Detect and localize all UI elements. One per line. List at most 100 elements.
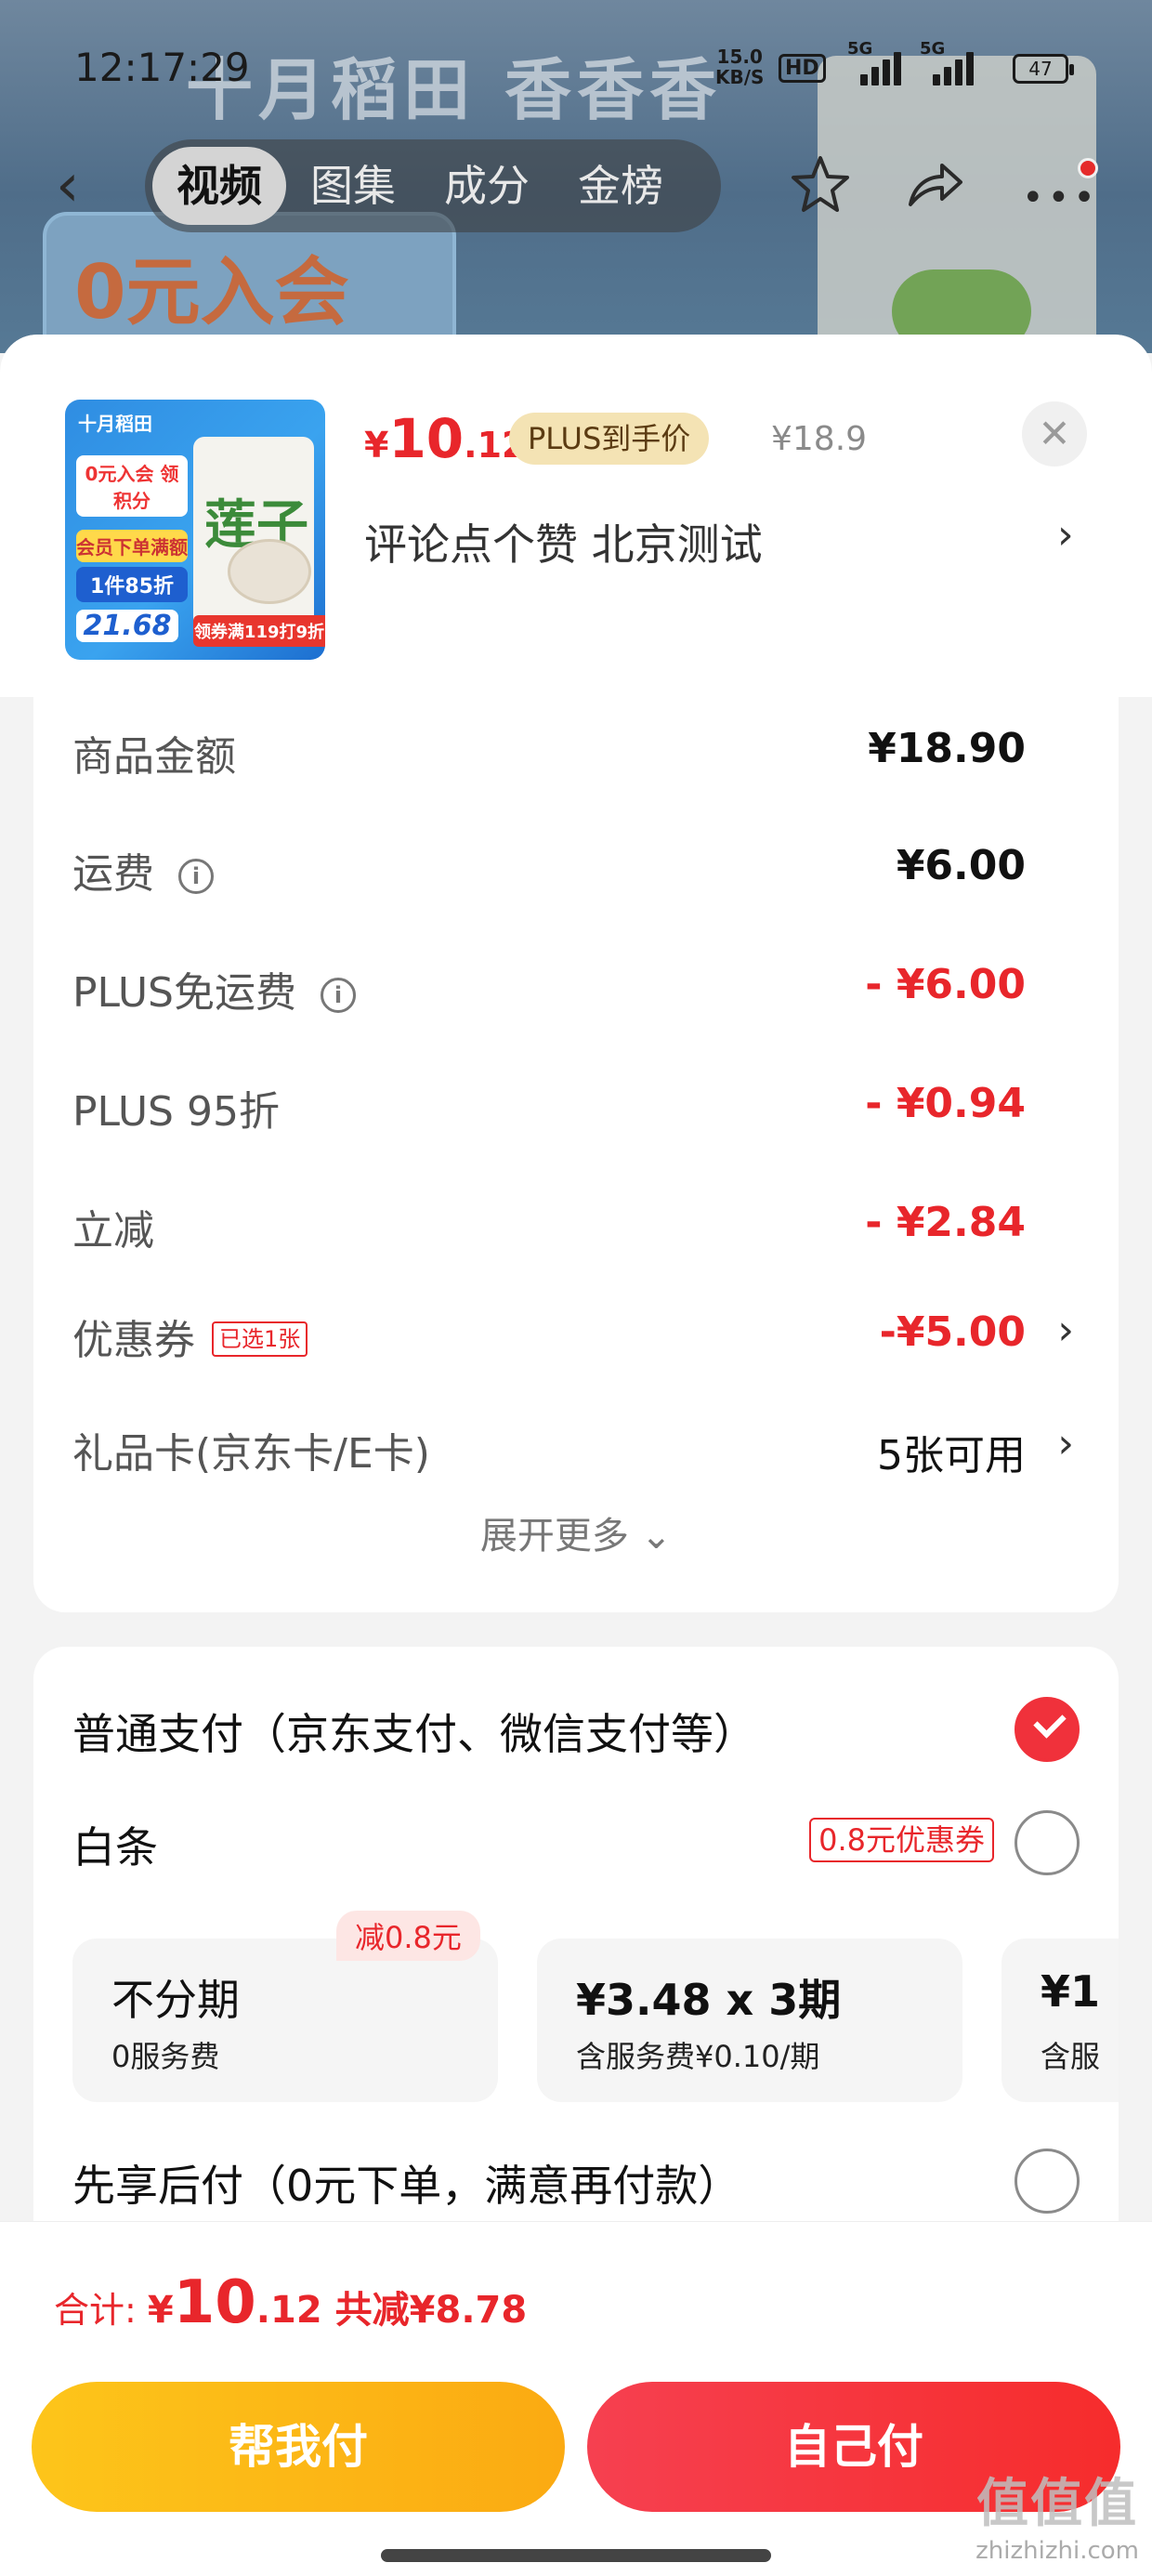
checkout-page: 十月稻田 香香香 0元入会 12:17:29 15.0 KB/S HD 5G 5… (0, 0, 1152, 2576)
shipping-label: 运费 (72, 850, 154, 898)
pay-option-label: 先享后付（0元下单，满意再付款） (72, 2161, 741, 2211)
plan-fee: 含服 (1041, 2039, 1101, 2074)
promo-card-text: 0元入会 (74, 249, 349, 335)
product-spec[interactable]: 评论点个赞 北京测试 (364, 511, 763, 572)
row-instant-reduction: 立减 - ¥2.84 (33, 1189, 1119, 1264)
signal-icon: 5G (847, 39, 903, 85)
thumbnail-price: 21.68 (76, 610, 178, 642)
hd-icon: HD (779, 54, 826, 83)
expand-more-button[interactable]: 展开更多 ⌄ (33, 1505, 1119, 1559)
close-icon[interactable]: ✕ (1022, 401, 1087, 467)
thumbnail-tag-join: 0元入会 领积分 (76, 455, 188, 517)
info-icon[interactable]: i (321, 978, 356, 1013)
row-label: 商品金额 (72, 733, 236, 781)
total-label: 合计: (54, 2290, 148, 2331)
total-saved: 共减¥8.78 (334, 2289, 528, 2332)
network-speed: 15.0 KB/S (715, 46, 764, 87)
row-plus-discount: PLUS 95折 - ¥0.94 (33, 1071, 1119, 1145)
thumbnail-tag-discount: 1件85折 (76, 567, 188, 602)
status-bar: 12:17:29 15.0 KB/S HD 5G 5G 47 (0, 0, 1152, 130)
watermark-site: zhizhizhi.com (975, 2537, 1139, 2565)
row-value: ¥18.90 (868, 725, 1026, 772)
signal-label-1: 5G (847, 39, 873, 59)
tab-gallery[interactable]: 图集 (286, 147, 420, 225)
original-price: ¥18.9 (771, 420, 868, 458)
row-shipping: 运费 i ¥6.00 (33, 833, 1119, 907)
thumbnail-brand: 十月稻田 (78, 413, 152, 435)
thumbnail-seeds (228, 539, 311, 604)
plus-price: ¥10.12 (364, 407, 527, 470)
media-tabs: 视频 图集 成分 金榜 (145, 139, 721, 232)
star-icon[interactable] (788, 152, 853, 217)
row-label: 优惠券 已选1张 (72, 1307, 308, 1366)
row-goods-amount: 商品金额 ¥18.90 (33, 716, 1119, 790)
total-symbol: ¥ (147, 2289, 174, 2332)
price-symbol: ¥ (364, 425, 389, 466)
row-value: - ¥6.00 (865, 961, 1026, 1008)
plus-free-shipping-label: PLUS免运费 (72, 969, 296, 1017)
signal-label-2: 5G (920, 39, 946, 59)
plan-discount-badge: 减0.8元 (336, 1911, 480, 1961)
radio-checked-icon[interactable] (1015, 1697, 1080, 1762)
notification-dot (1078, 158, 1098, 178)
top-nav-bar: ‹ 视频 图集 成分 金榜 ••• (0, 139, 1152, 232)
radio-icon[interactable] (1015, 1810, 1080, 1875)
row-label: 礼品卡(京东卡/E卡) (72, 1430, 430, 1478)
back-arrow-icon[interactable]: ‹ (56, 156, 80, 216)
plan-no-installment[interactable]: 不分期 0服务费 (72, 1939, 498, 2102)
row-gift-card[interactable]: 礼品卡(京东卡/E卡) 5张可用 › (33, 1413, 1119, 1487)
row-coupon[interactable]: 优惠券 已选1张 -¥5.00 › (33, 1299, 1119, 1373)
plan-title: ¥1 (1041, 1966, 1101, 2017)
chevron-right-icon[interactable]: › (1057, 1420, 1074, 1467)
radio-icon[interactable] (1015, 2149, 1080, 2214)
more-icon[interactable]: ••• (1022, 177, 1095, 242)
share-icon[interactable] (901, 152, 966, 217)
help-me-pay-button[interactable]: 帮我付 (32, 2382, 565, 2512)
row-label: 立减 (72, 1207, 154, 1255)
tab-ranking[interactable]: 金榜 (554, 147, 687, 225)
row-label: 运费 i (72, 840, 214, 900)
watermark-logo: 值值值 (976, 2474, 1139, 2534)
row-value: 5张可用 (877, 1432, 1026, 1479)
row-label: PLUS 95折 (72, 1088, 280, 1136)
price-detail-card: 商品金额 ¥18.90 运费 i ¥6.00 PLUS免运费 i - ¥6.00 P… (33, 697, 1119, 1612)
plan-fee: 0服务费 (111, 2039, 220, 2074)
signal-icon-2: 5G (920, 39, 975, 85)
pay-option-pay-later[interactable]: 先享后付（0元下单，满意再付款） (33, 2137, 1119, 2221)
coupon-selected-tag: 已选1张 (212, 1321, 308, 1357)
home-indicator[interactable] (381, 2549, 771, 2562)
plan-title: 不分期 (111, 1975, 240, 2025)
checkout-bottom-bar: 合计: ¥10.12 共减¥8.78 帮我付 自己付 值值值 zhizhizhi.… (0, 2221, 1152, 2576)
row-value: -¥5.00 (879, 1308, 1026, 1356)
product-thumbnail[interactable]: 十月稻田 莲子 0元入会 领积分 会员下单满额 1件85折 21.68 领券满1… (65, 400, 325, 660)
pay-option-label: 普通支付（京东支付、微信支付等） (72, 1709, 756, 1759)
chevron-right-icon[interactable]: › (1057, 511, 1074, 559)
row-value: - ¥0.94 (865, 1080, 1026, 1127)
coupon-label: 优惠券 (72, 1317, 195, 1364)
total-integer: 10 (173, 2268, 256, 2337)
plan-fee: 含服务费¥0.10/期 (576, 2039, 820, 2074)
tab-video[interactable]: 视频 (152, 147, 286, 225)
row-value: - ¥2.84 (865, 1199, 1026, 1246)
row-plus-free-shipping: PLUS免运费 i - ¥6.00 (33, 952, 1119, 1026)
watermark: 值值值 zhizhizhi.com (975, 2462, 1139, 2565)
pay-option-baitiao[interactable]: 白条 0.8元优惠券 (33, 1799, 1119, 1883)
payment-method-card: 普通支付（京东支付、微信支付等） 白条 0.8元优惠券 不分期 0服务费 ¥3.… (33, 1647, 1119, 2297)
row-value: ¥6.00 (896, 842, 1026, 889)
pay-option-normal[interactable]: 普通支付（京东支付、微信支付等） (33, 1686, 1119, 1769)
thumbnail-ribbon: 领券满119打9折 (193, 615, 325, 647)
battery-icon: 47 (1013, 54, 1074, 84)
tab-ingredients[interactable]: 成分 (420, 147, 554, 225)
info-icon[interactable]: i (178, 859, 214, 894)
total-decimal: .12 (255, 2289, 322, 2332)
thumbnail-tag-member: 会员下单满额 (76, 530, 188, 562)
row-label: PLUS免运费 i (72, 959, 356, 1019)
plan-more-periods[interactable]: ¥1 含服 (1001, 1939, 1119, 2102)
plan-3-periods[interactable]: ¥3.48 x 3期 含服务费¥0.10/期 (537, 1939, 962, 2102)
chevron-right-icon[interactable]: › (1057, 1307, 1074, 1354)
installment-plans: 不分期 0服务费 ¥3.48 x 3期 含服务费¥0.10/期 ¥1 含服 (72, 1925, 1119, 2102)
baitiao-coupon-badge: 0.8元优惠券 (809, 1818, 994, 1862)
price-integer: 10 (388, 407, 465, 470)
status-time: 12:17:29 (74, 45, 250, 90)
plus-price-badge: PLUS到手价 (509, 413, 710, 465)
